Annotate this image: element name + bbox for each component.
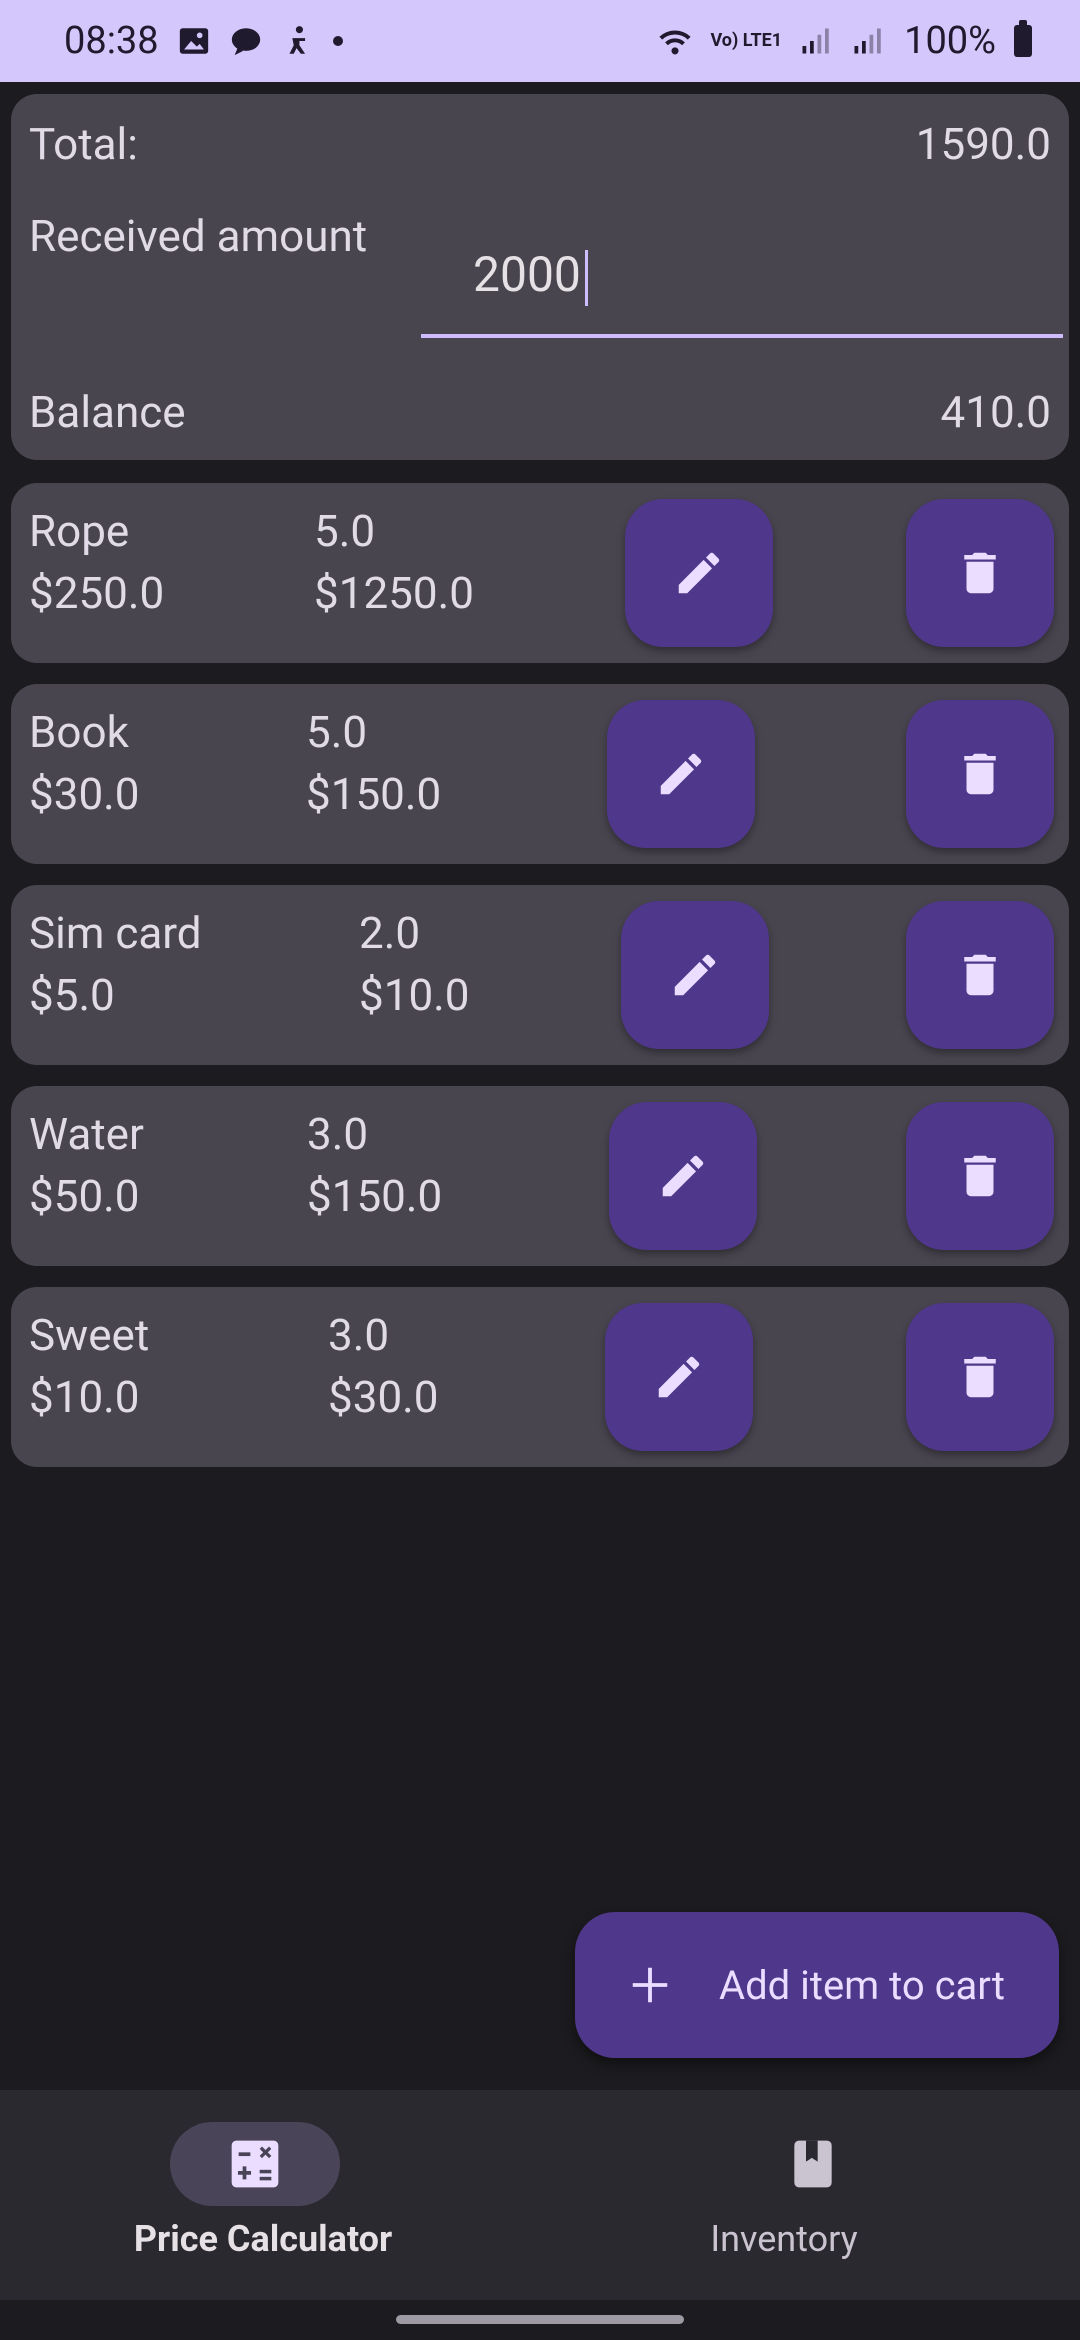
cart-item-card: Book $30.0 5.0 $150.0 <box>11 684 1069 864</box>
item-name: Rope <box>29 505 130 557</box>
bottom-navigation: Price Calculator Inventory <box>0 2090 1080 2300</box>
edit-item-button[interactable] <box>609 1102 757 1250</box>
item-subtotal: $30.0 <box>328 1371 439 1423</box>
nav-item-price-calculator[interactable]: Price Calculator <box>0 2090 540 2300</box>
cart-item-card: Sweet $10.0 3.0 $30.0 <box>11 1287 1069 1467</box>
chat-icon <box>229 24 263 58</box>
item-name: Water <box>29 1108 144 1160</box>
trash-icon <box>964 1155 996 1197</box>
item-quantity: 3.0 <box>328 1309 390 1361</box>
trash-icon <box>964 753 996 795</box>
battery-icon <box>1014 20 1032 57</box>
edit-item-button[interactable] <box>607 700 755 848</box>
total-value: 1590.0 <box>915 118 1051 170</box>
text-caret <box>584 250 588 306</box>
item-subtotal: $150.0 <box>306 768 442 820</box>
network-type-label: Vo) LTE1 <box>710 30 783 51</box>
item-name: Sweet <box>29 1309 150 1361</box>
delete-item-button[interactable] <box>906 1102 1054 1250</box>
delete-item-button[interactable] <box>906 700 1054 848</box>
accessibility-icon <box>281 24 315 58</box>
trash-icon <box>964 552 996 594</box>
more-notifications-dot <box>332 36 343 46</box>
pencil-icon <box>674 954 716 996</box>
item-quantity: 2.0 <box>359 907 421 959</box>
edit-item-button[interactable] <box>625 499 773 647</box>
cart-item-card: Water $50.0 3.0 $150.0 <box>11 1086 1069 1266</box>
received-amount-value: 2000 <box>473 246 581 303</box>
signal-icon <box>800 24 834 58</box>
item-name: Sim card <box>29 907 202 959</box>
trash-icon <box>964 954 996 996</box>
pencil-icon <box>662 1155 704 1197</box>
status-bar: 08:38 Vo) LTE1 100% <box>0 0 1080 82</box>
book-icon <box>794 2140 832 2188</box>
balance-value: 410.0 <box>940 386 1051 438</box>
received-amount-label: Received amount <box>29 210 368 262</box>
add-item-to-cart-label: Add item to cart <box>719 1961 1005 2009</box>
item-price: $5.0 <box>29 969 115 1021</box>
item-quantity: 3.0 <box>307 1108 369 1160</box>
signal-2-icon <box>852 24 886 58</box>
wifi-icon <box>658 24 692 58</box>
plus-icon <box>632 1967 668 2003</box>
item-quantity: 5.0 <box>314 505 376 557</box>
balance-label: Balance <box>29 386 186 438</box>
nav-label-inventory: Inventory <box>710 2218 858 2260</box>
pencil-icon <box>678 552 720 594</box>
item-price: $250.0 <box>29 567 165 619</box>
cart-item-card: Sim card $5.0 2.0 $10.0 <box>11 885 1069 1065</box>
total-label: Total: <box>29 118 138 170</box>
battery-percent: 100% <box>904 19 996 63</box>
nav-item-inventory[interactable]: Inventory <box>540 2090 1080 2300</box>
status-time: 08:38 <box>64 19 159 63</box>
edit-item-button[interactable] <box>621 901 769 1049</box>
edit-item-button[interactable] <box>605 1303 753 1451</box>
gallery-icon <box>177 24 211 58</box>
gesture-handle[interactable] <box>396 2315 684 2324</box>
summary-card: Total: 1590.0 Received amount 2000 Balan… <box>11 94 1069 460</box>
item-subtotal: $10.0 <box>359 969 470 1021</box>
item-price: $10.0 <box>29 1371 140 1423</box>
item-subtotal: $150.0 <box>307 1170 443 1222</box>
delete-item-button[interactable] <box>906 499 1054 647</box>
delete-item-button[interactable] <box>906 1303 1054 1451</box>
item-subtotal: $1250.0 <box>314 567 474 619</box>
pencil-icon <box>658 1356 700 1398</box>
pencil-icon <box>660 753 702 795</box>
trash-icon <box>964 1356 996 1398</box>
received-amount-field[interactable]: 2000 <box>421 224 1063 338</box>
item-price: $30.0 <box>29 768 140 820</box>
item-quantity: 5.0 <box>306 706 368 758</box>
delete-item-button[interactable] <box>906 901 1054 1049</box>
item-name: Book <box>29 706 129 758</box>
calculator-icon <box>231 2140 279 2188</box>
add-item-to-cart-button[interactable]: Add item to cart <box>575 1912 1059 2058</box>
cart-item-card: Rope $250.0 5.0 $1250.0 <box>11 483 1069 663</box>
nav-label-price-calculator: Price Calculator <box>133 2218 393 2260</box>
item-price: $50.0 <box>29 1170 140 1222</box>
